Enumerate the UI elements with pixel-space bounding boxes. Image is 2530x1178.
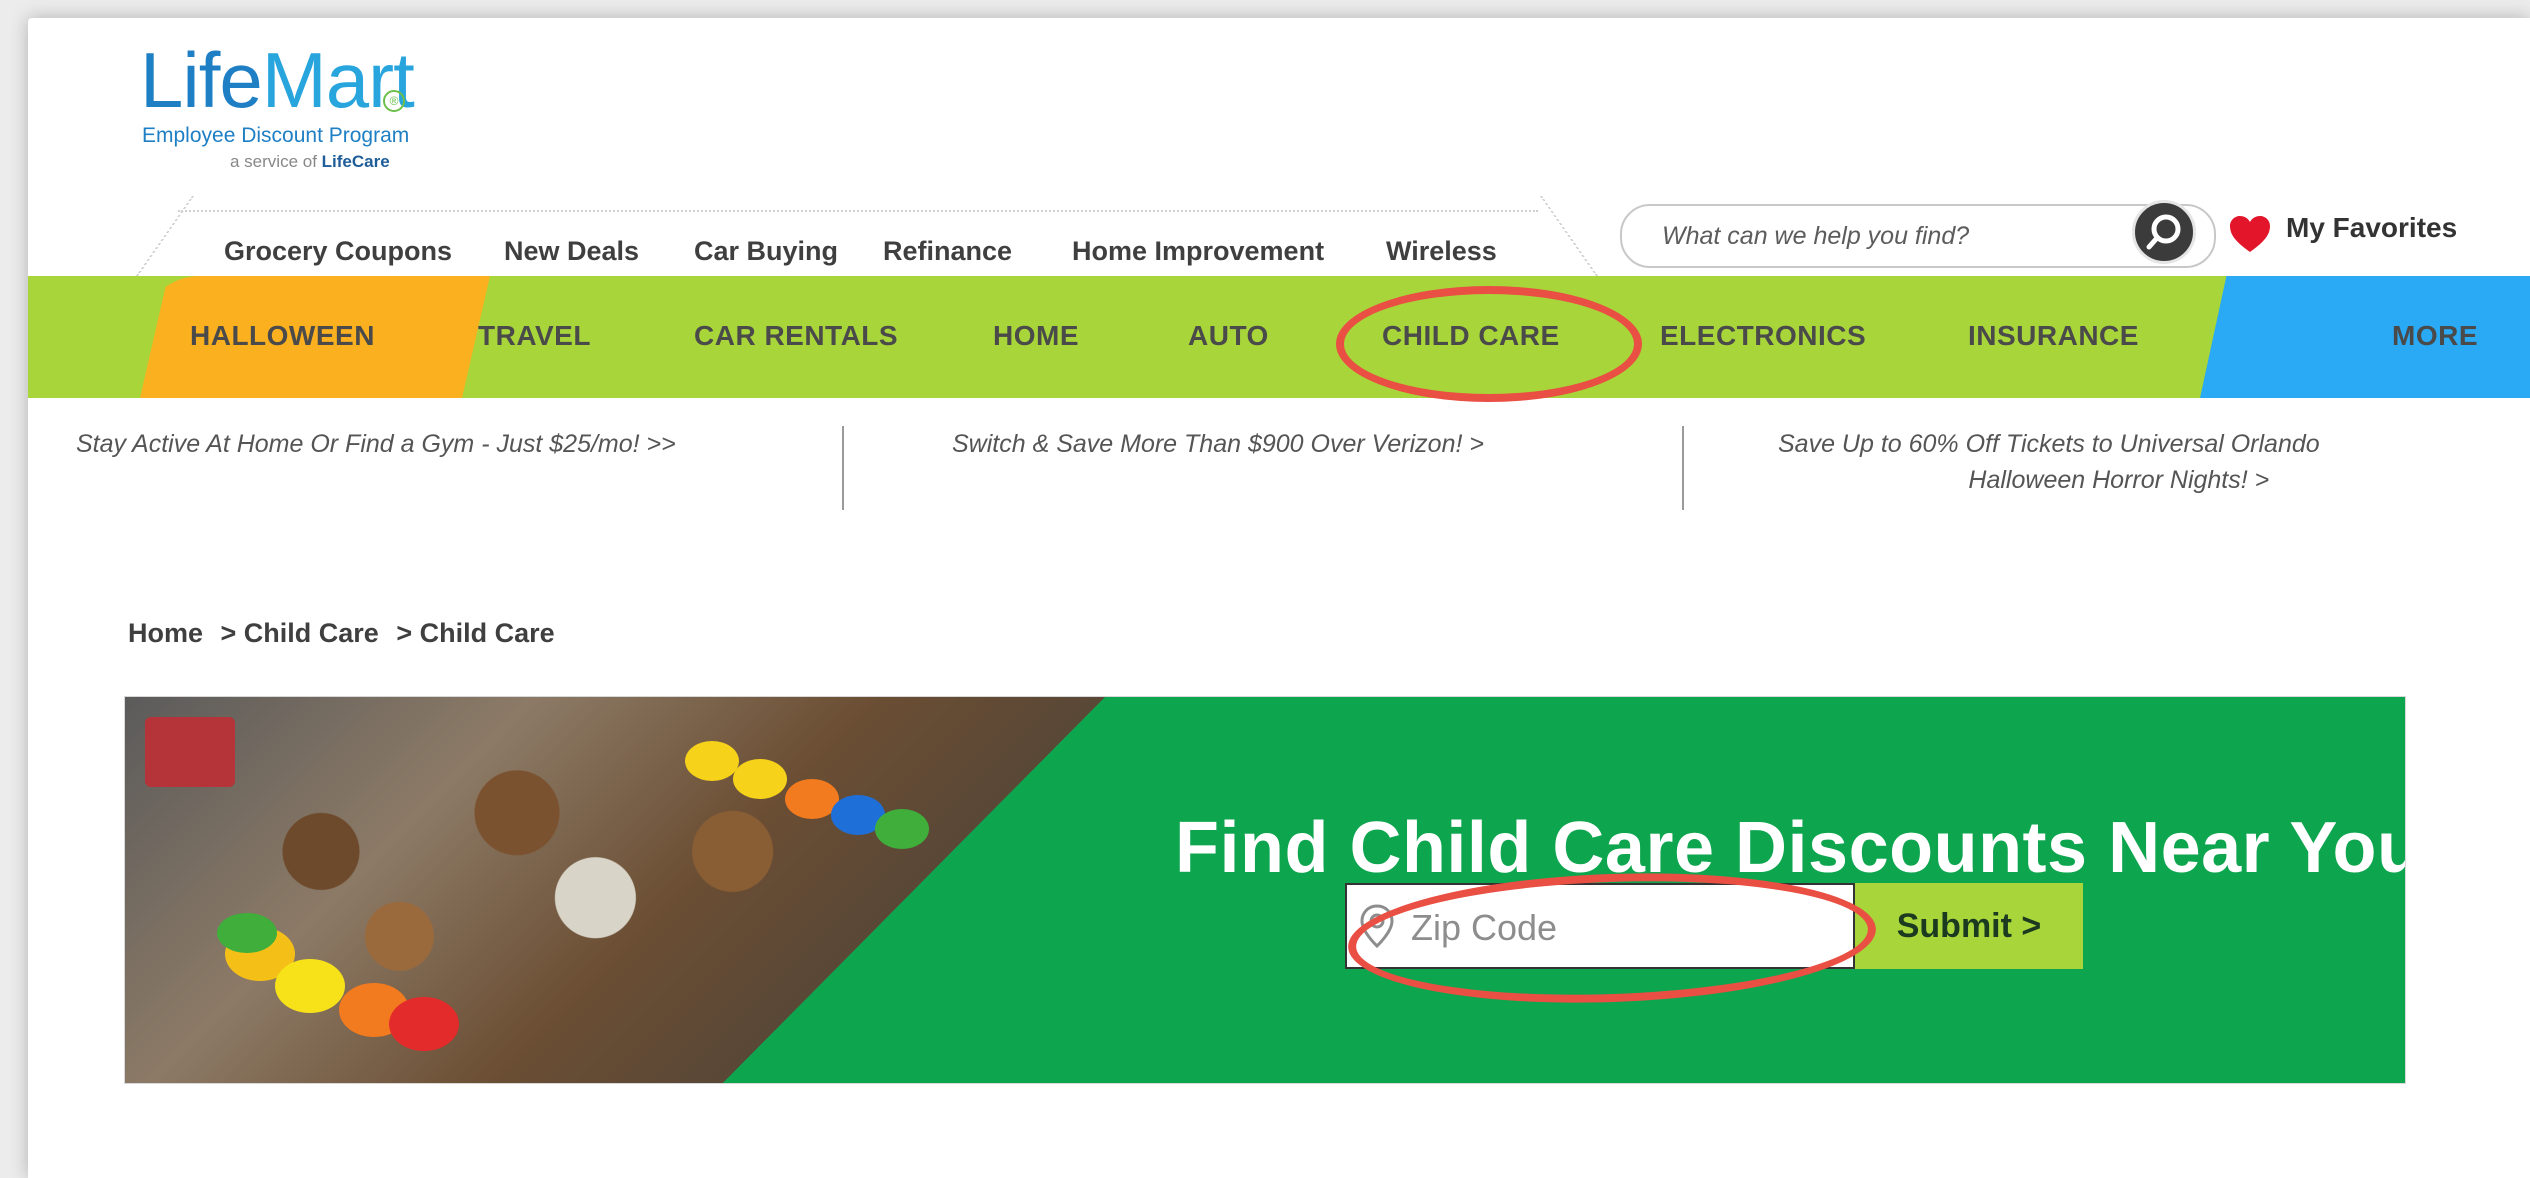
tab-more-bg — [2200, 276, 2530, 398]
playdough-pot — [733, 759, 787, 799]
topnav-wireless[interactable]: Wireless — [1386, 236, 1497, 267]
nav-travel[interactable]: TRAVEL — [478, 320, 591, 352]
search-box — [1620, 204, 2216, 268]
submit-button[interactable]: Submit > — [1855, 883, 2083, 969]
breadcrumb: Home > Child Care > Child Care — [128, 618, 565, 649]
hero-image-wooden-letters — [125, 697, 1105, 1083]
topnav-car-buying[interactable]: Car Buying — [694, 236, 838, 267]
promo-verizon[interactable]: Switch & Save More Than $900 Over Verizo… — [952, 426, 1484, 462]
promo-divider — [1682, 426, 1684, 510]
nav-electronics[interactable]: ELECTRONICS — [1660, 320, 1866, 352]
topnav-home-improvement[interactable]: Home Improvement — [1072, 236, 1324, 267]
playdough-pot — [875, 809, 929, 849]
logo-subtitle: Employee Discount Program — [142, 124, 410, 147]
nav-halloween[interactable]: HALLOWEEN — [190, 320, 375, 352]
playdough-pot — [389, 997, 459, 1051]
promo-gym[interactable]: Stay Active At Home Or Find a Gym - Just… — [76, 426, 676, 462]
topnav-new-deals[interactable]: New Deals — [504, 236, 639, 267]
search-button[interactable] — [2132, 200, 2196, 264]
lifemart-logo[interactable]: LifeMart ® Employee Discount Program a s… — [140, 40, 500, 180]
topnav-grocery-coupons[interactable]: Grocery Coupons — [224, 236, 452, 267]
nav-child-care[interactable]: CHILD CARE — [1382, 320, 1560, 352]
playdough-pot — [685, 741, 739, 781]
breadcrumb-current: > Child Care — [396, 618, 555, 648]
nav-car-rentals[interactable]: CAR RENTALS — [694, 320, 898, 352]
nav-insurance[interactable]: INSURANCE — [1968, 320, 2139, 352]
promo-universal-line2: Halloween Horror Nights! > — [1968, 466, 2270, 494]
nav-home[interactable]: HOME — [993, 320, 1079, 352]
breadcrumb-home[interactable]: Home — [128, 618, 203, 648]
playdough-pot — [217, 913, 277, 953]
magnifier-icon — [2146, 214, 2181, 250]
red-chair — [145, 717, 235, 787]
promo-universal-line1: Save Up to 60% Off Tickets to Universal … — [1778, 430, 2320, 458]
zip-code-input[interactable] — [1409, 903, 1833, 953]
hero-banner: Find Child Care Discounts Near You! Subm… — [124, 696, 2406, 1084]
playdough-pot — [275, 959, 345, 1013]
hero-title: Find Child Care Discounts Near You! — [1175, 808, 2406, 888]
zip-code-field — [1345, 883, 1855, 969]
logo-service-line: a service of LifeCare — [230, 152, 390, 171]
promo-universal[interactable]: Save Up to 60% Off Tickets to Universal … — [1778, 426, 2320, 498]
nav-auto[interactable]: AUTO — [1188, 320, 1269, 352]
logo-wordmark: LifeMart — [140, 36, 415, 124]
page: LifeMart ® Employee Discount Program a s… — [28, 18, 2530, 1178]
registered-mark: ® — [383, 90, 405, 112]
search-input[interactable] — [1660, 218, 2104, 254]
my-favorites-link[interactable]: My Favorites — [2286, 212, 2457, 244]
map-pin-icon — [1360, 904, 1394, 949]
promo-divider — [842, 426, 844, 510]
breadcrumb-child-care[interactable]: > Child Care — [221, 618, 379, 648]
nav-more[interactable]: MORE — [2392, 320, 2478, 352]
heart-icon[interactable] — [2228, 214, 2272, 254]
topnav-refinance[interactable]: Refinance — [883, 236, 1012, 267]
